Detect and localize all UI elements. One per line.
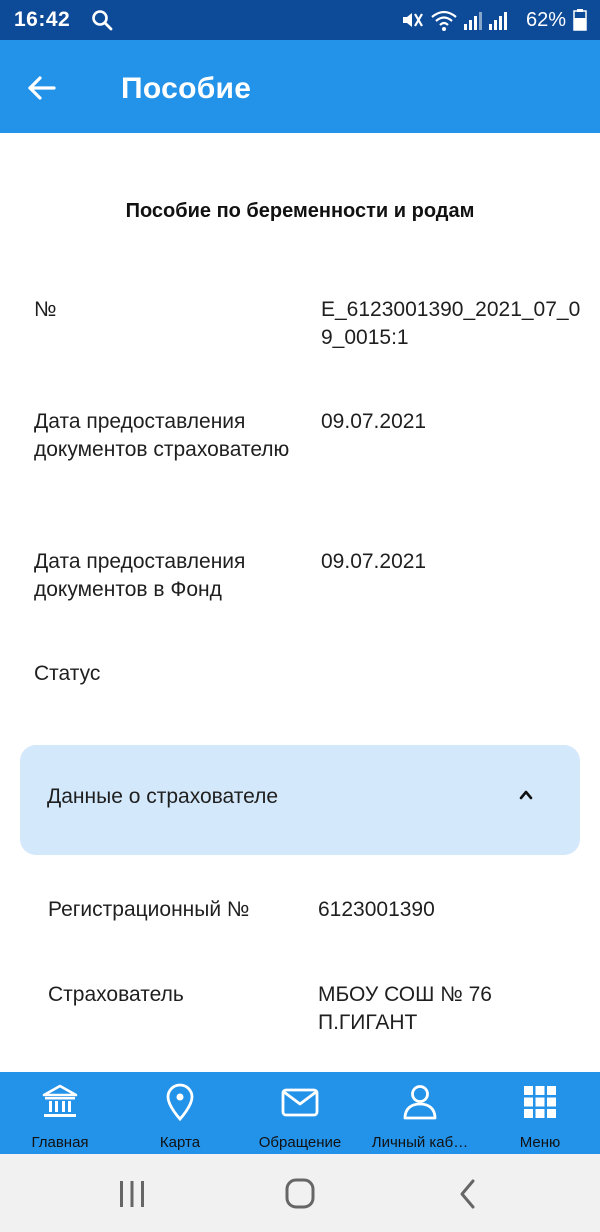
system-nav-bar [0,1154,600,1232]
nav-item-map[interactable]: Карта [120,1072,240,1154]
nav-item-home[interactable]: Главная [0,1072,120,1154]
nav-label-home: Главная [31,1134,89,1151]
number-value: Е_6123001390_2021_07_09_0015:1 [321,298,581,349]
nav-label-map: Карта [159,1134,201,1151]
signal-icon [464,12,507,30]
insurer-label: Страхователь [48,983,184,1006]
accordion-title: Данные о страхователе [47,785,279,808]
insurer-data-accordion[interactable]: Данные о страхователе [20,745,580,855]
bank-icon [42,1084,78,1117]
nav-label-account: Личный каб… [371,1134,469,1151]
date-to-insurer-label: Дата предоставления документов страховат… [34,410,290,461]
date-to-fund-label: Дата предоставления документов в Фонд [34,550,246,601]
chevron-up-icon[interactable] [516,785,536,805]
back-nav-icon[interactable] [448,1176,488,1212]
nav-item-menu[interactable]: Меню [480,1072,600,1154]
mail-icon [281,1088,319,1117]
map-pin-icon [166,1083,194,1122]
app-bar: Пособие [0,40,600,133]
benefit-heading: Пособие по беременности и родам [125,200,475,222]
user-icon [403,1085,437,1120]
battery-icon [573,9,587,31]
recent-apps-icon[interactable] [112,1176,152,1212]
grid-icon [524,1086,556,1118]
nav-label-menu: Меню [519,1134,561,1151]
nav-item-account[interactable]: Личный каб… [360,1072,480,1154]
bottom-nav: Главная Карта Обращение Личный каб… Меню [0,1072,600,1154]
status-time: 16:42 [14,8,71,31]
home-icon[interactable] [280,1176,320,1212]
insurer-value: МБОУ СОШ № 76 П.ГИГАНТ [318,983,492,1034]
number-label: № [34,298,57,321]
wifi-icon [431,10,457,31]
status-bar: 16:42 62% [0,0,600,40]
search-icon [92,10,113,31]
date-to-fund-value: 09.07.2021 [321,550,427,573]
date-to-insurer-value: 09.07.2021 [321,410,427,433]
page-title: Пособие [121,72,252,105]
status-label: Статус [34,662,101,685]
battery-percent: 62% [525,9,566,31]
arrow-left-icon[interactable] [24,70,60,106]
nav-item-appeal[interactable]: Обращение [240,1072,360,1154]
nav-label-appeal: Обращение [258,1134,342,1151]
registration-number-value: 6123001390 [318,898,435,921]
registration-number-label: Регистрационный № [48,898,250,921]
mute-icon [403,13,423,27]
